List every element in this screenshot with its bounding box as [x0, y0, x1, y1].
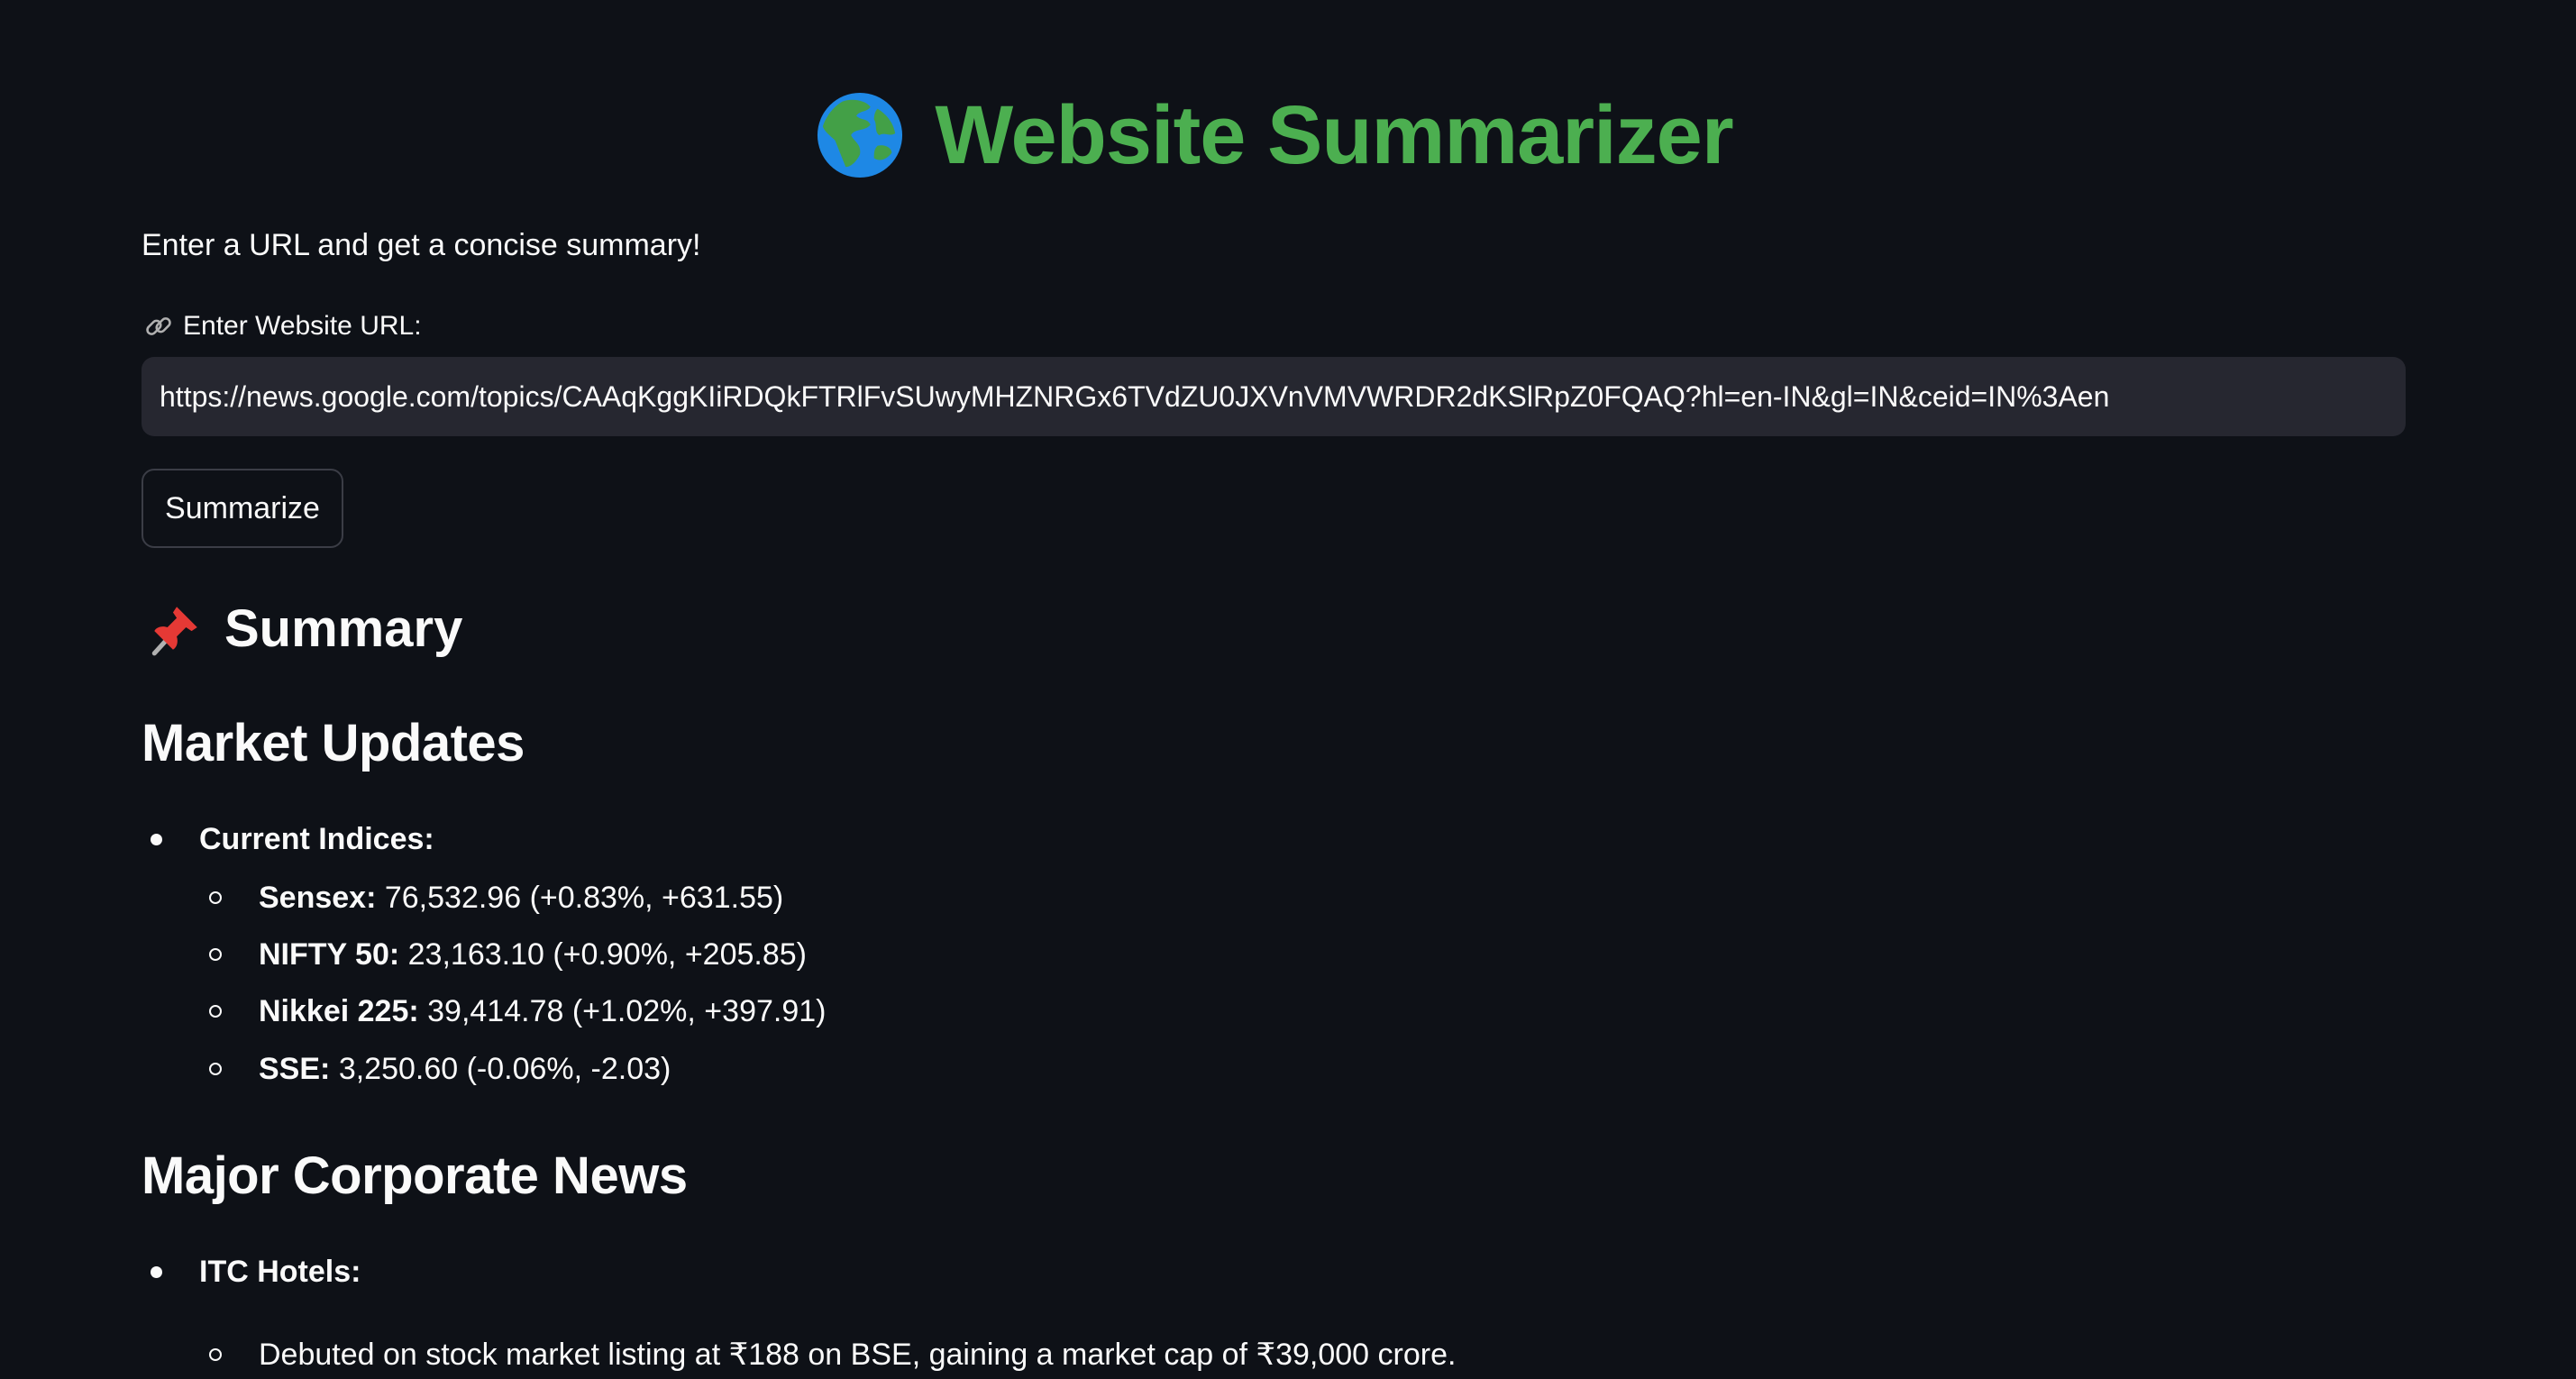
index-value: 23,163.10 (+0.90%, +205.85): [407, 937, 807, 972]
index-name: NIFTY 50:: [259, 937, 400, 972]
section-title-corporate: Major Corporate News: [142, 1146, 688, 1205]
link-icon: [146, 317, 171, 335]
index-name: SSE:: [259, 1052, 331, 1086]
bullet-circle: [209, 891, 222, 904]
summary-heading-text: Summary: [224, 599, 463, 658]
page-title-group: Website Summarizer: [816, 83, 1734, 187]
globe-icon: [818, 92, 903, 178]
bullet-circle: [209, 948, 222, 961]
bullet-circle: [209, 1063, 222, 1075]
index-value: 76,532.96 (+0.83%, +631.55): [384, 881, 784, 915]
intro-text: Enter a URL and get a concise summary!: [142, 228, 701, 262]
list-item: Sensex: 76,532.96 (+0.83%, +631.55): [142, 876, 783, 919]
index-value: 39,414.78 (+1.02%, +397.91): [427, 994, 827, 1028]
group-label: ITC Hotels:: [199, 1255, 361, 1289]
url-field-label: Enter Website URL:: [143, 306, 422, 346]
bullet-dot: [151, 1265, 162, 1278]
pushpin-icon: [151, 607, 197, 656]
list-item-itc-hotels: ITC Hotels:: [142, 1250, 361, 1293]
summary-heading: Summary: [145, 595, 462, 663]
app-page: Website Summarizer Enter a URL and get a…: [0, 0, 2576, 1379]
bullet-circle: [209, 1348, 222, 1361]
page-title: Website Summarizer: [935, 89, 1733, 181]
list-item: NIFTY 50: 23,163.10 (+0.90%, +205.85): [142, 933, 807, 976]
url-label-text: Enter Website URL:: [183, 311, 422, 341]
index-name: Sensex:: [259, 881, 377, 915]
url-input[interactable]: [142, 357, 2406, 436]
list-item: Nikkei 225: 39,414.78 (+1.02%, +397.91): [142, 990, 826, 1033]
header: Website Summarizer: [142, 83, 2407, 187]
list-item: SSE: 3,250.60 (-0.06%, -2.03): [142, 1047, 671, 1091]
summarize-button[interactable]: Summarize: [142, 469, 343, 548]
list-item: Debuted on stock market listing at ₹188 …: [142, 1333, 1456, 1376]
index-value: 3,250.60 (-0.06%, -2.03): [338, 1052, 671, 1086]
group-label: Current Indices:: [199, 822, 434, 856]
bullet-circle: [209, 1005, 222, 1018]
section-title-market: Market Updates: [142, 714, 525, 772]
index-name: Nikkei 225:: [259, 994, 419, 1028]
news-text: Debuted on stock market listing at ₹188 …: [259, 1338, 1457, 1372]
bullet-dot: [151, 833, 162, 845]
list-item-current-indices: Current Indices:: [142, 817, 434, 861]
